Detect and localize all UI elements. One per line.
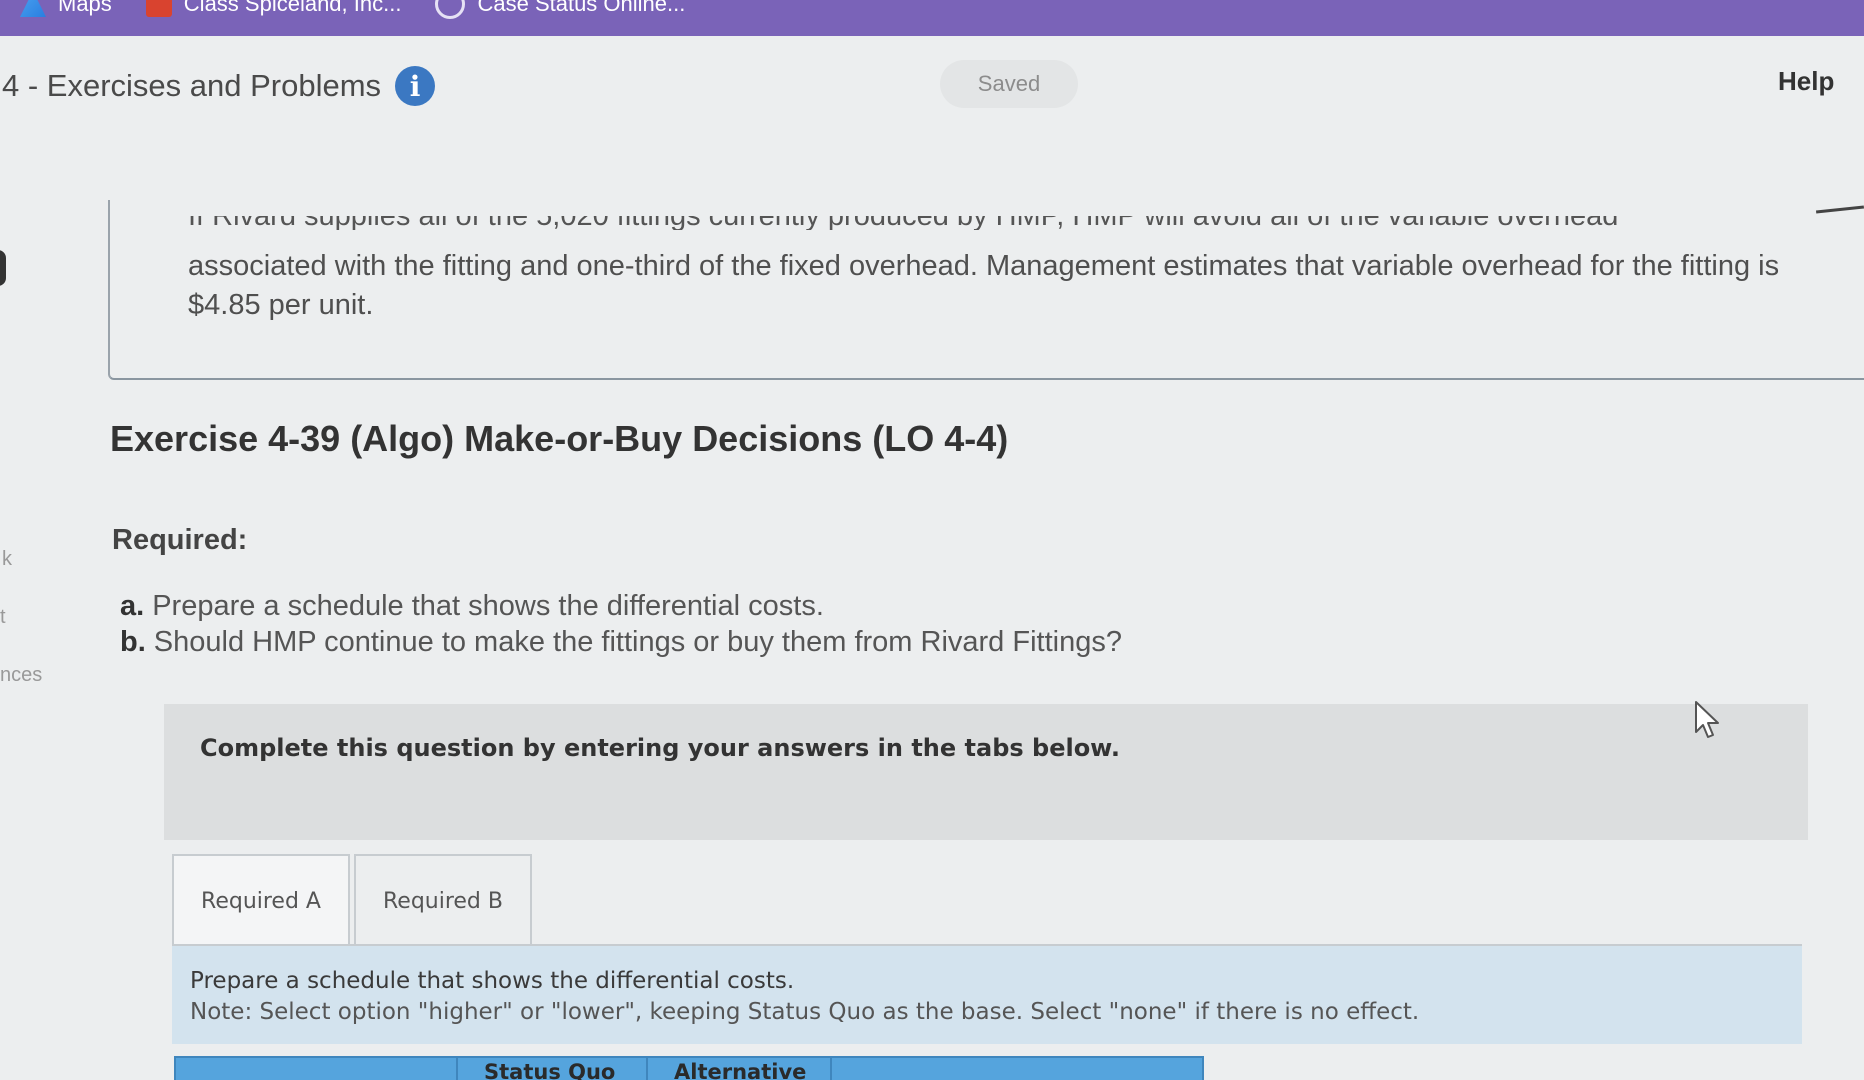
info-icon[interactable]: i <box>395 66 436 106</box>
sidebar-fragment[interactable]: t <box>0 606 6 629</box>
maps-icon <box>20 0 46 17</box>
schedule-column-header <box>176 1058 458 1080</box>
passage-cutoff-text: If Rivard supplies all of the 5,020 fitt… <box>188 216 1788 230</box>
tab-note: Note: Select option "higher" or "lower",… <box>190 999 1420 1025</box>
bookmark-label: Maps <box>58 0 112 16</box>
tab-required-a[interactable]: Required A <box>172 854 350 946</box>
bookmarks-bar: Maps Class Spiceland, Inc... Case Status… <box>0 0 1864 36</box>
instruction-panel: Complete this question by entering your … <box>164 704 1808 840</box>
app-header: 4 - Exercises and Problems i Saved Help <box>0 36 1864 140</box>
requirements-list: a. Prepare a schedule that shows the dif… <box>120 588 1122 660</box>
class-icon <box>145 0 172 17</box>
required-heading: Required: <box>112 524 248 556</box>
sidebar-fragment[interactable]: nces <box>0 664 42 687</box>
page-title: 4 - Exercises and Problems i <box>2 66 436 106</box>
bookmark-label: Class Spiceland, Inc... <box>183 0 402 16</box>
sidebar-indicator <box>0 250 6 286</box>
sidebar-fragment[interactable]: k <box>2 548 12 571</box>
requirement-item: b. Should HMP continue to make the fitti… <box>120 624 1122 660</box>
tab-required-b[interactable]: Required B <box>354 854 532 946</box>
schedule-table-header: Status Quo Alternative <box>174 1056 1204 1080</box>
mouse-cursor-icon <box>1695 701 1719 738</box>
requirement-letter: a. <box>120 590 145 622</box>
schedule-column-header: Alternative <box>648 1058 832 1080</box>
requirement-text: Prepare a schedule that shows the differ… <box>152 590 824 622</box>
saved-status-badge: Saved <box>940 60 1078 108</box>
tab-content: Prepare a schedule that shows the differ… <box>172 946 1802 1044</box>
bookmark-class-spiceland[interactable]: Class Spiceland, Inc... <box>145 0 402 17</box>
tab-bar: Required A Required B <box>172 854 532 946</box>
bookmark-maps[interactable]: Maps <box>20 0 112 17</box>
schedule-column-header: Status Quo <box>458 1058 648 1080</box>
exercise-title: Exercise 4-39 (Algo) Make-or-Buy Decisio… <box>110 418 1009 459</box>
case-status-icon <box>435 0 466 19</box>
requirement-letter: b. <box>120 626 146 658</box>
column-status-quo: Status Quo <box>484 1060 616 1080</box>
bookmark-label: Case Status Online... <box>477 0 686 16</box>
tab-prompt: Prepare a schedule that shows the differ… <box>190 968 795 994</box>
schedule-column-header <box>832 1058 1202 1080</box>
passage-cutoff-line: If Rivard supplies all of the 5,020 fitt… <box>188 216 1788 230</box>
requirement-item: a. Prepare a schedule that shows the dif… <box>120 588 1122 624</box>
bookmark-case-status[interactable]: Case Status Online... <box>435 0 686 19</box>
passage-text: associated with the fitting and one-thir… <box>188 250 1780 321</box>
column-alternative: Alternative <box>674 1060 807 1080</box>
page-title-text: 4 - Exercises and Problems <box>2 68 382 103</box>
instruction-text: Complete this question by entering your … <box>200 734 1120 762</box>
requirement-text: Should HMP continue to make the fittings… <box>153 626 1122 658</box>
help-link[interactable]: Help <box>1778 66 1834 97</box>
